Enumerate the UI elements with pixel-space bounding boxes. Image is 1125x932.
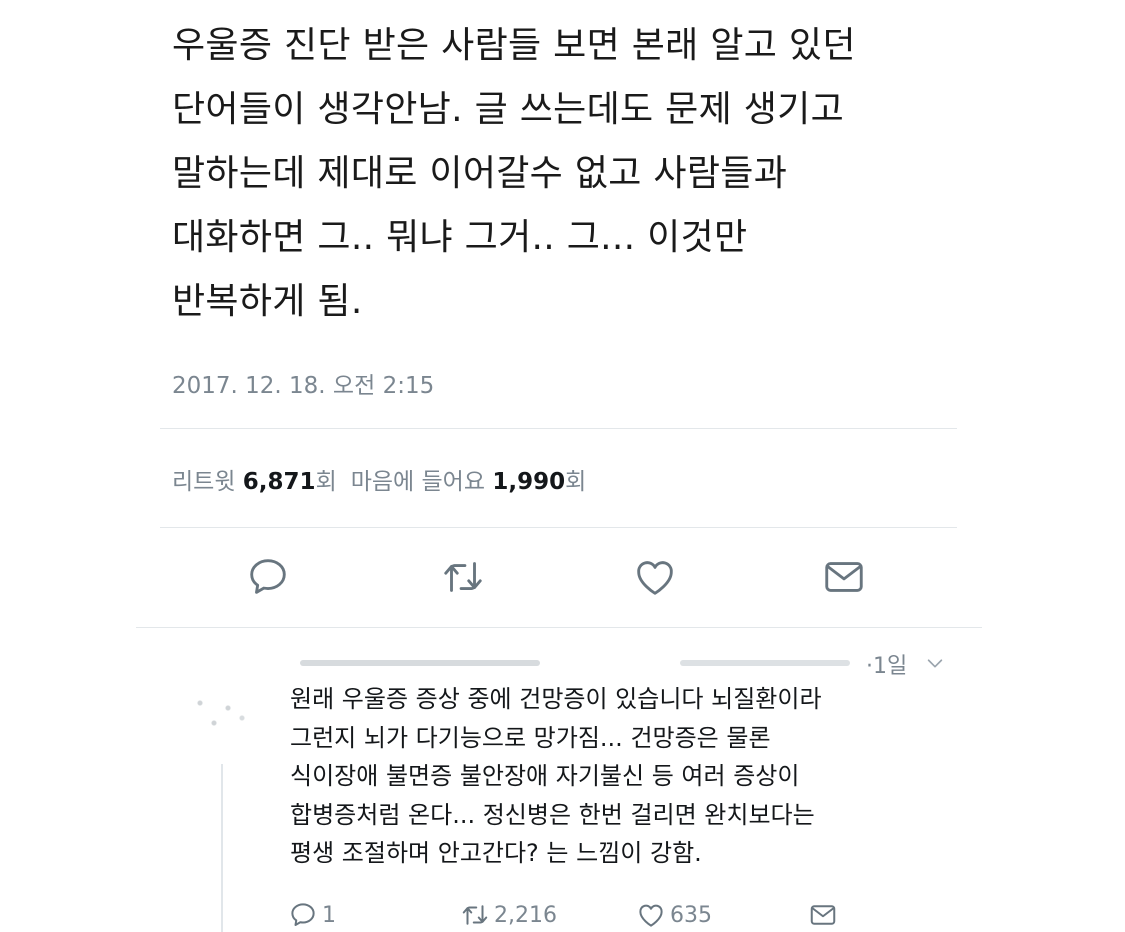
divider-top [160,428,957,429]
avatar[interactable] [186,688,256,738]
like-stat-label: 마음에 들어요 [350,469,486,495]
retweet-stat[interactable]: 리트윗 6,871회 [172,469,337,495]
tweet-stats: 리트윗 6,871회 마음에 들어요 1,990회 [172,462,586,496]
reply-retweet-button[interactable]: 2,216 [460,900,557,930]
reply-text-line: 원래 우울증 증상 중에 건망증이 있습니다 뇌질환이라 [290,685,822,713]
reply-text-line: 식이장애 불면증 불안장애 자기불신 등 여러 증상이 [290,762,800,790]
retweet-icon [462,905,488,925]
tweet-text-line: 우울증 진단 받은 사람들 보면 본래 알고 있던 [172,25,856,66]
like-stat-count: 1,990 [492,469,566,495]
envelope-icon [810,905,836,925]
reply-text: 원래 우울증 증상 중에 건망증이 있습니다 뇌질환이라 그런지 뇌가 다기능으… [290,680,990,873]
reply-text-line: 평생 조절하며 안고간다? 는 느낌이 강함. [290,839,702,867]
divider-bottom [136,627,982,628]
heart-icon [639,904,663,927]
reply-retweet-count: 2,216 [494,902,557,928]
retweet-stat-unit: 회 [315,469,337,495]
reply-message-button[interactable] [808,900,838,930]
reply-time[interactable]: ·1일 [866,648,907,680]
tweet-text-line: 반복하게 됨. [172,281,363,322]
reply-reply-count: 1 [322,902,336,928]
tweet-text-line: 말하는데 제대로 이어갈수 없고 사람들과 [172,153,788,194]
retweet-icon[interactable] [440,554,486,600]
reply-text-line: 그런지 뇌가 다기능으로 망가짐... 건망증은 물론 [290,723,771,752]
retweet-stat-count: 6,871 [242,469,316,495]
reply-reply-button[interactable]: 1 [288,900,336,930]
reply-like-button[interactable]: 635 [636,900,712,930]
tweet-text: 우울증 진단 받은 사람들 보면 본래 알고 있던 단어들이 생각안남. 글 쓰… [172,14,962,334]
tweet-text-line: 대화하면 그.. 뭐냐 그거.. 그... 이것만 [172,217,748,258]
like-stat-unit: 회 [565,469,587,495]
tweet-text-line: 단어들이 생각안남. 글 쓰는데도 문제 생기고 [172,89,845,130]
reply-author-name [300,660,540,666]
chevron-down-icon[interactable] [924,652,946,674]
tweet-timestamp[interactable]: 2017. 12. 18. 오전 2:15 [172,366,434,400]
like-stat[interactable]: 마음에 들어요 1,990회 [351,469,587,495]
divider-middle [160,527,957,528]
reply-icon[interactable] [245,554,291,600]
reply-author-handle [680,660,850,666]
retweet-stat-label: 리트윗 [172,469,236,495]
reply-like-count: 635 [670,902,712,928]
reply-icon [291,903,315,926]
reply-text-line: 합병증처럼 온다... 정신병은 한번 걸리면 완치보다는 [290,800,815,829]
heart-icon[interactable] [632,554,678,600]
envelope-icon[interactable] [821,554,867,600]
reply-actions: 1 2,216 635 [0,900,1125,932]
